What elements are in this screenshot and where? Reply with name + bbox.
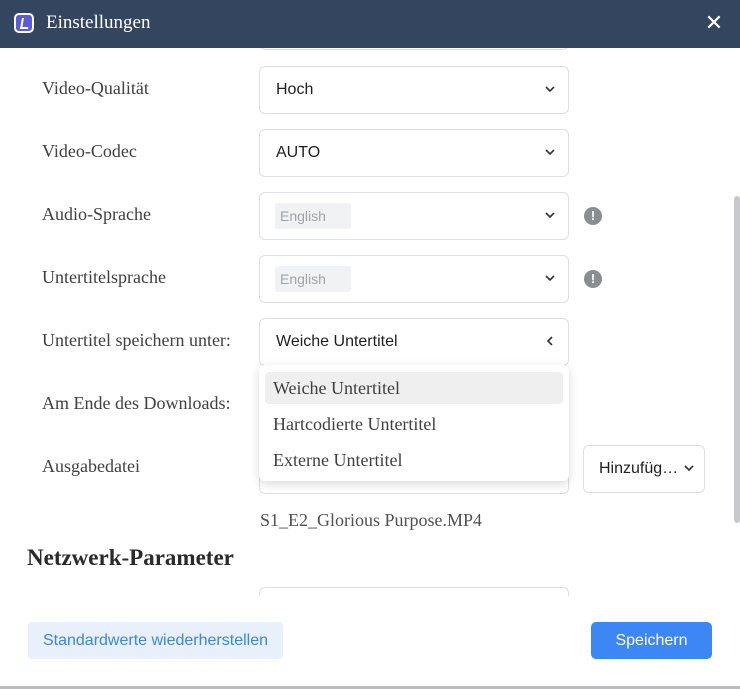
app-logo-icon bbox=[14, 13, 34, 33]
audio-language-select[interactable]: English bbox=[259, 192, 569, 240]
subtitle-language-select[interactable]: English bbox=[259, 255, 569, 303]
title-bar: Einstellungen ✕ bbox=[0, 0, 740, 48]
video-quality-label: Video-Qualität bbox=[42, 78, 149, 98]
chevron-left-icon bbox=[546, 336, 553, 346]
audio-language-chip: English bbox=[275, 203, 351, 229]
video-codec-label: Video-Codec bbox=[42, 141, 137, 161]
info-icon[interactable]: ! bbox=[584, 207, 602, 225]
dropdown-option-soft-subtitles[interactable]: Weiche Untertitel bbox=[265, 372, 563, 404]
subtitle-language-chip: English bbox=[275, 266, 351, 292]
add-output-select[interactable]: Hinzufüg… bbox=[583, 445, 705, 493]
close-icon[interactable]: ✕ bbox=[702, 10, 726, 36]
dropdown-option-hardcoded-subtitles[interactable]: Hartcodierte Untertitel bbox=[265, 408, 563, 440]
info-icon[interactable]: ! bbox=[584, 270, 602, 288]
subtitle-language-label: Untertitelsprache bbox=[42, 267, 166, 287]
scrollbar-thumb[interactable] bbox=[734, 196, 740, 523]
add-output-value: Hinzufüg… bbox=[599, 460, 679, 477]
output-filename: S1_E2_Glorious Purpose.MP4 bbox=[260, 510, 483, 530]
dropdown-option-external-subtitles[interactable]: Externe Untertitel bbox=[265, 444, 563, 476]
video-codec-value: AUTO bbox=[276, 144, 321, 161]
network-field[interactable] bbox=[259, 587, 569, 596]
video-quality-select[interactable]: Hoch bbox=[259, 66, 569, 114]
window-title: Einstellungen bbox=[46, 12, 151, 33]
subtitle-save-label: Untertitel speichern unter: bbox=[42, 330, 231, 350]
previous-field[interactable] bbox=[259, 48, 569, 50]
chevron-down-icon bbox=[545, 212, 555, 219]
download-end-label: Am Ende des Downloads: bbox=[42, 393, 231, 413]
audio-language-label: Audio-Sprache bbox=[42, 204, 151, 224]
output-file-label: Ausgabedatei bbox=[42, 456, 140, 476]
settings-content: Video-Qualität Hoch Video-Codec AUTO Aud… bbox=[0, 48, 740, 596]
video-quality-value: Hoch bbox=[276, 81, 314, 98]
chevron-down-icon bbox=[545, 86, 555, 93]
video-codec-select[interactable]: AUTO bbox=[259, 129, 569, 177]
chevron-down-icon bbox=[545, 149, 555, 156]
chevron-down-icon bbox=[545, 275, 555, 282]
network-section-title: Netzwerk-Parameter bbox=[27, 545, 234, 570]
restore-defaults-button[interactable]: Standardwerte wiederherstellen bbox=[28, 622, 283, 659]
subtitle-save-select[interactable]: Weiche Untertitel bbox=[259, 318, 569, 366]
footer: Standardwerte wiederherstellen Speichern bbox=[0, 596, 740, 689]
subtitle-save-value: Weiche Untertitel bbox=[276, 333, 398, 350]
subtitle-save-dropdown-menu: Weiche Untertitel Hartcodierte Untertite… bbox=[259, 365, 569, 481]
save-button[interactable]: Speichern bbox=[591, 622, 712, 659]
chevron-down-icon bbox=[684, 465, 694, 472]
